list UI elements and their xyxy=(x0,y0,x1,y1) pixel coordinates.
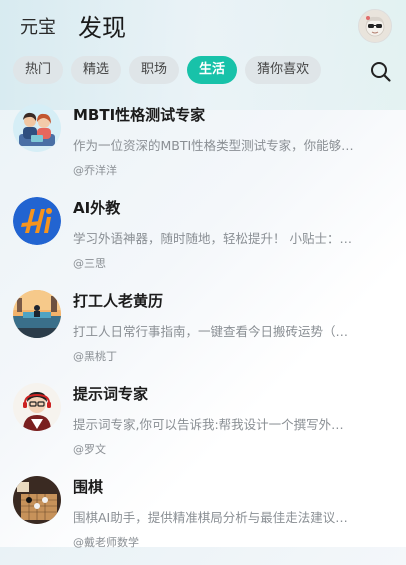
list-item[interactable]: AI外教 学习外语神器，随时随地，轻松提升！ 小贴士：… @三思 xyxy=(0,193,406,286)
brand-label[interactable]: 元宝 xyxy=(20,13,56,39)
go-board-avatar xyxy=(13,476,61,524)
item-description: 打工人日常行事指南，一键查看今日搬砖运势（… xyxy=(73,324,349,339)
item-title: MBTI性格测试专家 xyxy=(73,106,206,124)
tab-featured[interactable]: 精选 xyxy=(71,56,122,84)
item-title: 提示词专家 xyxy=(73,385,149,403)
tab-guess-you-like[interactable]: 猜你喜欢 xyxy=(245,56,322,84)
list-item[interactable]: 提示词专家 提示词专家,你可以告诉我:帮我设计一个撰写外… @罗文 xyxy=(0,379,406,472)
item-title: 围棋 xyxy=(73,478,104,496)
search-icon xyxy=(371,62,391,82)
category-tabs: 热门 精选 职场 生活 猜你喜欢 xyxy=(13,56,322,86)
item-description: 提示词专家,你可以告诉我:帮我设计一个撰写外… xyxy=(73,417,344,432)
item-title: 打工人老黄历 xyxy=(73,292,164,310)
tab-hot[interactable]: 热门 xyxy=(13,56,64,84)
user-avatar-icon xyxy=(359,10,391,42)
item-author[interactable]: @罗文 xyxy=(73,441,106,457)
prompt-expert-avatar xyxy=(13,383,61,431)
item-author[interactable]: @黑桃丁 xyxy=(73,348,117,364)
tab-life[interactable]: 生活 xyxy=(187,56,238,84)
item-title: AI外教 xyxy=(73,199,121,217)
header: 元宝 发现 xyxy=(0,0,406,50)
worker-almanac-avatar xyxy=(13,290,61,338)
mbti-couple-avatar xyxy=(13,104,61,152)
item-author[interactable]: @乔洋洋 xyxy=(73,162,117,178)
agent-list: MBTI性格测试专家 作为一位资深的MBTI性格类型测试专家，你能够… @乔洋洋… xyxy=(0,100,406,565)
item-author[interactable]: @三思 xyxy=(73,255,106,271)
tab-workplace[interactable]: 职场 xyxy=(129,56,180,84)
list-item[interactable]: 打工人老黄历 打工人日常行事指南，一键查看今日搬砖运势（… @黑桃丁 xyxy=(0,286,406,379)
ai-tutor-logo xyxy=(13,197,61,245)
item-description: 学习外语神器，随时随地，轻松提升！ 小贴士：… xyxy=(73,231,352,246)
user-avatar[interactable] xyxy=(358,9,392,43)
page-title: 发现 xyxy=(78,14,126,42)
list-item[interactable]: 围棋 围棋AI助手，提供精准棋局分析与最佳走法建议… @戴老师数学 xyxy=(0,472,406,565)
search-button[interactable] xyxy=(368,59,394,85)
item-author[interactable]: @戴老师数学 xyxy=(73,534,139,550)
list-item[interactable]: MBTI性格测试专家 作为一位资深的MBTI性格类型测试专家，你能够… @乔洋洋 xyxy=(0,100,406,193)
item-description: 围棋AI助手，提供精准棋局分析与最佳走法建议… xyxy=(73,510,348,525)
item-description: 作为一位资深的MBTI性格类型测试专家，你能够… xyxy=(73,138,354,153)
